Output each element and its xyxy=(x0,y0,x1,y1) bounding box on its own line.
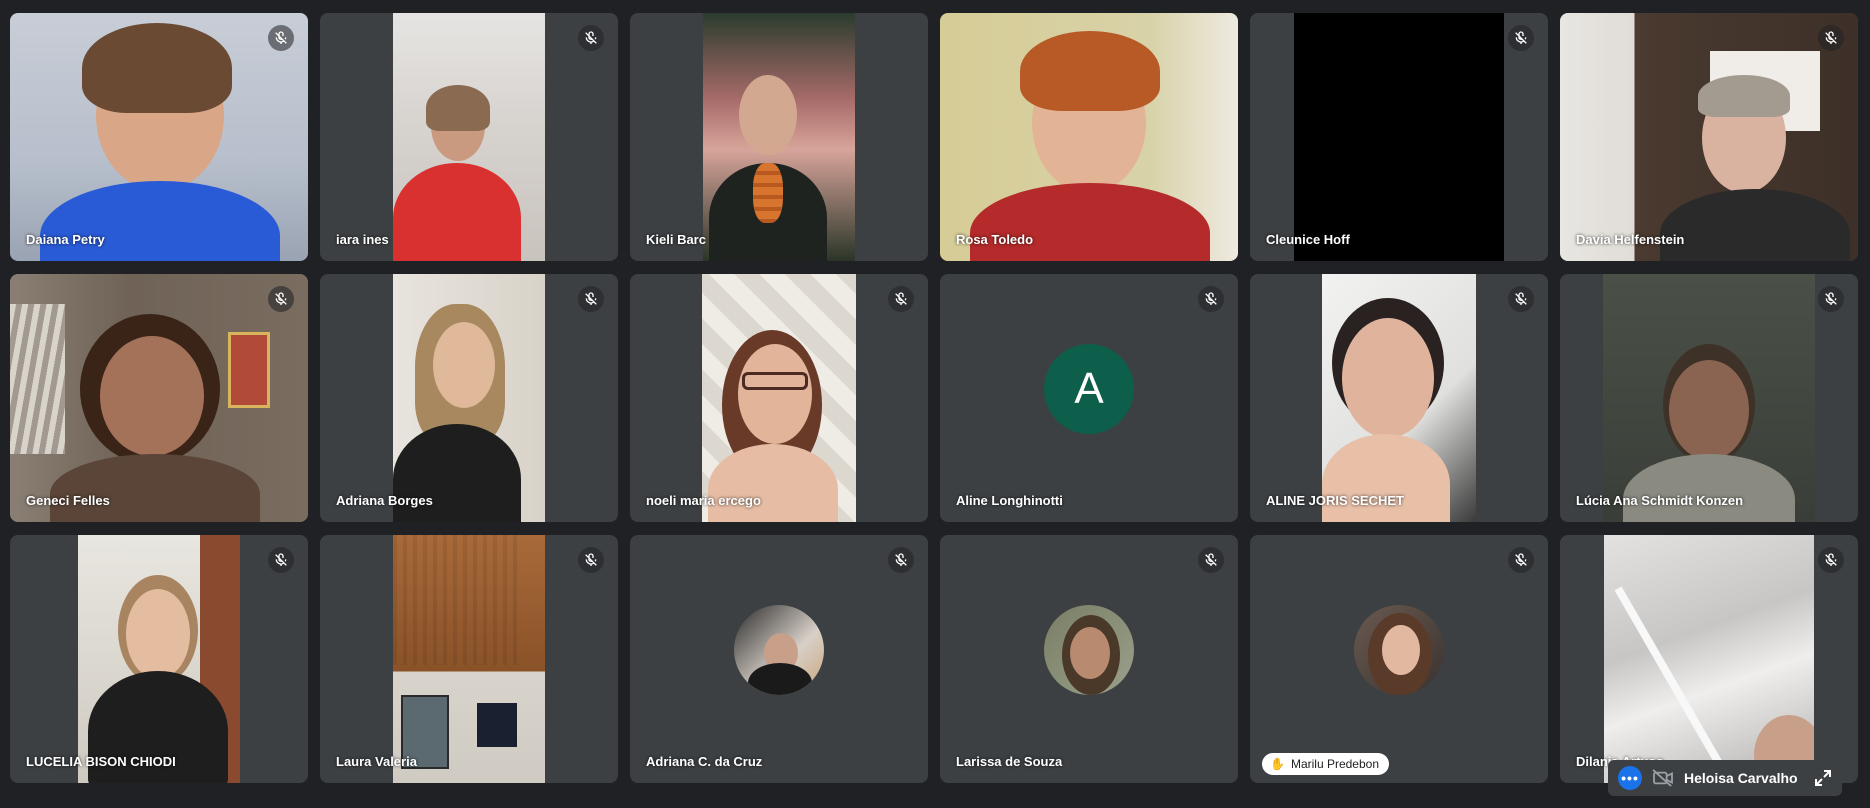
participant-tile[interactable]: LUCELIA BISON CHIODI xyxy=(10,535,308,783)
participant-tile[interactable]: ALINE JORIS SECHET xyxy=(1250,274,1548,522)
participant-name: Geneci Felles xyxy=(26,493,110,508)
mic-off-icon xyxy=(1508,547,1534,573)
camera-off-icon[interactable] xyxy=(1652,769,1674,787)
video-feed xyxy=(703,13,855,261)
mic-off-icon xyxy=(268,25,294,51)
participant-tile[interactable]: Geneci Felles xyxy=(10,274,308,522)
video-feed xyxy=(1604,535,1814,783)
participant-grid: Daiana Petry iara ines Kieli Barc Rosa T… xyxy=(10,13,1859,783)
mic-off-icon xyxy=(268,547,294,573)
participant-name: noeli maria ercego xyxy=(646,493,761,508)
mic-off-icon xyxy=(1198,547,1224,573)
participant-tile[interactable]: A Aline Longhinotti xyxy=(940,274,1238,522)
mic-off-icon xyxy=(1818,286,1844,312)
participant-name: iara ines xyxy=(336,232,389,247)
participant-name: Adriana Borges xyxy=(336,493,433,508)
more-options-button[interactable]: ••• xyxy=(1618,766,1642,790)
mic-off-icon xyxy=(1508,286,1534,312)
mic-off-icon xyxy=(1508,25,1534,51)
participant-tile[interactable]: ✋ Marilu Predebon xyxy=(1250,535,1548,783)
participant-name: Rosa Toledo xyxy=(956,232,1034,247)
video-feed xyxy=(10,13,308,261)
video-feed xyxy=(393,274,545,522)
mic-off-icon xyxy=(578,25,604,51)
mic-off-icon xyxy=(1818,25,1844,51)
video-feed xyxy=(1322,274,1476,522)
video-feed xyxy=(78,535,240,783)
participant-tile[interactable]: Daiana Petry xyxy=(10,13,308,261)
video-feed xyxy=(10,274,308,522)
self-name: Heloisa Carvalho xyxy=(1684,770,1798,786)
participant-tile[interactable]: Adriana C. da Cruz xyxy=(630,535,928,783)
mic-off-icon xyxy=(578,547,604,573)
video-feed xyxy=(1294,13,1504,261)
participant-name: Davia Helfenstein xyxy=(1576,232,1685,247)
video-feed xyxy=(393,535,545,783)
participant-name: Larissa de Souza xyxy=(956,754,1063,769)
mic-off-icon xyxy=(1818,547,1844,573)
participant-tile[interactable]: Lúcia Ana Schmidt Konzen xyxy=(1560,274,1858,522)
mic-off-icon xyxy=(268,286,294,312)
participant-name: LUCELIA BISON CHIODI xyxy=(26,754,176,769)
participant-tile[interactable]: iara ines xyxy=(320,13,618,261)
self-view-bar: ••• Heloisa Carvalho xyxy=(1608,760,1842,796)
participant-tile[interactable]: Adriana Borges xyxy=(320,274,618,522)
video-feed xyxy=(940,13,1238,261)
participant-tile[interactable]: Rosa Toledo xyxy=(940,13,1238,261)
participant-tile[interactable]: noeli maria ercego xyxy=(630,274,928,522)
participant-name: Adriana C. da Cruz xyxy=(646,754,763,769)
participant-name: ALINE JORIS SECHET xyxy=(1266,493,1404,508)
participant-tile[interactable]: Dilania Artuso xyxy=(1560,535,1858,783)
participant-name: Kieli Barc xyxy=(646,232,706,247)
participant-name: Daiana Petry xyxy=(26,232,105,247)
video-feed xyxy=(1560,13,1858,261)
participant-name: Marilu Predebon xyxy=(1290,757,1380,771)
participant-tile[interactable]: Larissa de Souza xyxy=(940,535,1238,783)
video-feed xyxy=(393,13,545,261)
participant-tile[interactable]: Davia Helfenstein xyxy=(1560,13,1858,261)
participant-name: Laura Valeria xyxy=(336,754,417,769)
participant-tile[interactable]: Cleunice Hoff xyxy=(1250,13,1548,261)
participant-tile[interactable]: Kieli Barc xyxy=(630,13,928,261)
mic-off-icon xyxy=(888,547,914,573)
mic-off-icon xyxy=(1198,286,1224,312)
raised-hand-badge: ✋ Marilu Predebon xyxy=(1262,753,1390,775)
avatar xyxy=(734,605,824,695)
avatar xyxy=(1044,605,1134,695)
participant-name: Cleunice Hoff xyxy=(1266,232,1350,247)
raised-hand-icon: ✋ xyxy=(1270,757,1285,771)
avatar: A xyxy=(1044,344,1134,434)
mic-off-icon xyxy=(578,286,604,312)
video-feed xyxy=(1603,274,1815,522)
video-feed xyxy=(702,274,856,522)
participant-name: Lúcia Ana Schmidt Konzen xyxy=(1576,493,1744,508)
avatar xyxy=(1354,605,1444,695)
participant-name: Aline Longhinotti xyxy=(956,493,1063,508)
expand-icon[interactable] xyxy=(1814,769,1832,787)
mic-off-icon xyxy=(888,286,914,312)
participant-tile[interactable]: Laura Valeria xyxy=(320,535,618,783)
